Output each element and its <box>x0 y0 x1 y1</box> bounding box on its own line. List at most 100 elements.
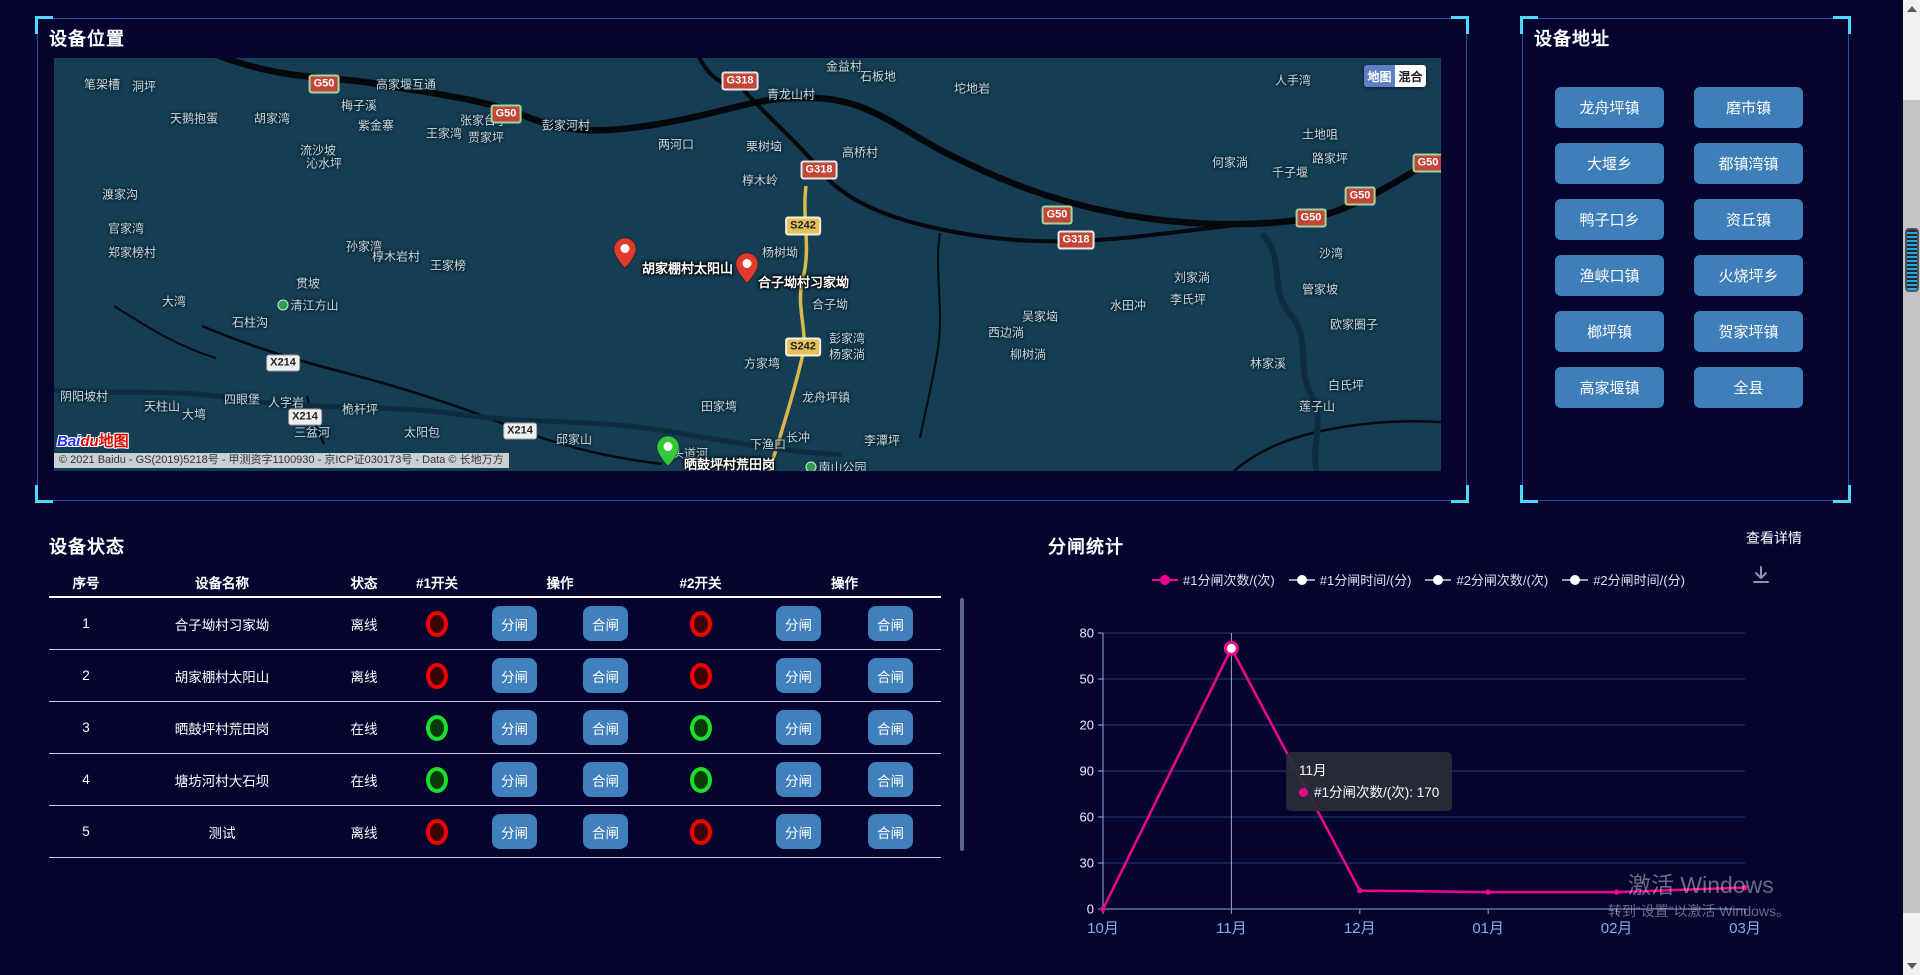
map-place-label: 杨树坳 <box>762 244 798 261</box>
switch1-indicator-cell <box>407 663 467 689</box>
address-button-6[interactable]: 渔峡口镇 <box>1555 255 1664 296</box>
close-switch-button[interactable]: 合闸 <box>868 814 913 849</box>
close-switch-button[interactable]: 合闸 <box>868 658 913 693</box>
map-place-label: 杨家淌 <box>829 346 865 363</box>
switch1-indicator-cell <box>407 715 467 741</box>
map-place-label: 紫金寨 <box>358 117 394 134</box>
switch1-operation-cell: 分闸 合闸 <box>467 606 653 641</box>
open-switch-button[interactable]: 分闸 <box>776 762 821 797</box>
page-scrollbar-top <box>1903 0 1920 100</box>
open-switch-button[interactable]: 分闸 <box>492 606 537 641</box>
address-button-1[interactable]: 磨市镇 <box>1694 87 1803 128</box>
scroll-up-arrow-icon[interactable] <box>1907 6 1917 12</box>
switch-indicator-icon <box>426 715 448 741</box>
address-button-5[interactable]: 资丘镇 <box>1694 199 1803 240</box>
map-place-label: 大塆 <box>182 406 206 423</box>
open-switch-button[interactable]: 分闸 <box>492 762 537 797</box>
map-place-label: 柳树淌 <box>1010 346 1046 363</box>
table-column-header: 序号 <box>49 572 123 592</box>
switch2-indicator-cell <box>653 767 748 793</box>
map-type-map-button[interactable]: 地图 <box>1364 65 1395 87</box>
legend-label: #2分闸时间/(分) <box>1593 570 1685 589</box>
address-button-3[interactable]: 都镇湾镇 <box>1694 143 1803 184</box>
open-switch-button[interactable]: 分闸 <box>776 658 821 693</box>
svg-text:01月: 01月 <box>1472 920 1504 937</box>
road-shield-badge: G50 <box>1413 154 1441 173</box>
status-cell: 离线 <box>321 822 407 842</box>
address-button-4[interactable]: 鸭子口乡 <box>1555 199 1664 240</box>
scroll-down-arrow-icon[interactable] <box>1907 963 1917 969</box>
close-switch-button[interactable]: 合闸 <box>583 710 628 745</box>
address-button-9[interactable]: 贺家坪镇 <box>1694 311 1803 352</box>
svg-text:30: 30 <box>1080 856 1094 871</box>
close-switch-button[interactable]: 合闸 <box>583 814 628 849</box>
address-button-10[interactable]: 高家堰镇 <box>1555 367 1664 408</box>
row-index-cell: 3 <box>49 720 123 735</box>
road-shield-badge: G318 <box>1058 231 1095 250</box>
open-switch-button[interactable]: 分闸 <box>776 710 821 745</box>
table-row: 4塘坊河村大石坝在线分闸合闸分闸合闸 <box>49 754 941 806</box>
open-switch-button[interactable]: 分闸 <box>492 658 537 693</box>
download-icon[interactable] <box>1750 564 1772 586</box>
road-shield-badge: S242 <box>785 338 821 357</box>
address-button-8[interactable]: 榔坪镇 <box>1555 311 1664 352</box>
open-switch-button[interactable]: 分闸 <box>776 606 821 641</box>
park-icon <box>805 462 816 472</box>
map-place-label: 椁木岩村 <box>372 248 420 265</box>
table-column-header: #2开关 <box>653 572 748 592</box>
map-place-label: 坨地岩 <box>954 80 990 97</box>
corner-bracket <box>35 485 53 503</box>
map-type-hybrid-button[interactable]: 混合 <box>1395 65 1426 87</box>
table-column-header: #1开关 <box>407 572 467 592</box>
switch-indicator-icon <box>690 819 712 845</box>
road-shield-badge: X214 <box>266 355 300 372</box>
map-type-toggle: 地图 混合 <box>1364 65 1426 87</box>
series-dot-icon <box>1299 788 1308 797</box>
map-place-label: 王家榜 <box>430 257 466 274</box>
legend-item-0[interactable]: #1分闸次数/(次) <box>1152 570 1275 589</box>
switch-indicator-icon <box>426 819 448 845</box>
close-switch-button[interactable]: 合闸 <box>868 762 913 797</box>
open-switch-button[interactable]: 分闸 <box>776 814 821 849</box>
open-switch-button[interactable]: 分闸 <box>492 814 537 849</box>
switch-indicator-icon <box>426 663 448 689</box>
close-switch-button[interactable]: 合闸 <box>583 762 628 797</box>
page-scrollbar-track[interactable] <box>1903 0 1920 975</box>
corner-bracket <box>1520 485 1538 503</box>
corner-bracket <box>1451 16 1469 34</box>
close-switch-button[interactable]: 合闸 <box>868 606 913 641</box>
device-address-title: 设备地址 <box>1534 25 1610 51</box>
map-place-label: 下渔口 <box>750 436 786 453</box>
map-pin-icon[interactable] <box>613 237 637 269</box>
switch2-operation-cell: 分闸 合闸 <box>748 658 941 693</box>
address-button-0[interactable]: 龙舟坪镇 <box>1555 87 1664 128</box>
open-switch-button[interactable]: 分闸 <box>492 710 537 745</box>
close-switch-button[interactable]: 合闸 <box>583 658 628 693</box>
close-switch-button[interactable]: 合闸 <box>583 606 628 641</box>
address-button-11[interactable]: 全县 <box>1694 367 1803 408</box>
status-cell: 在线 <box>321 718 407 738</box>
baidu-map[interactable]: 笔架槽洞坪天鹅抱蛋胡家湾高家堰互通梅子溪紫金寨张家台子彭家河村金益村石板地青龙山… <box>54 58 1441 471</box>
address-button-7[interactable]: 火烧坪乡 <box>1694 255 1803 296</box>
legend-item-1[interactable]: #1分闸时间/(分) <box>1289 570 1412 589</box>
map-place-label: 水田冲 <box>1110 297 1146 314</box>
svg-text:03月: 03月 <box>1729 920 1761 937</box>
table-column-header: 操作 <box>748 572 941 592</box>
legend-item-3[interactable]: #2分闸时间/(分) <box>1562 570 1685 589</box>
windows-activation-watermark-sub: 转到“设置”以激活 Windows。 <box>1608 901 1790 921</box>
legend-item-2[interactable]: #2分闸次数/(次) <box>1425 570 1548 589</box>
view-details-link[interactable]: 查看详情 <box>1746 528 1802 548</box>
switch2-indicator-cell <box>653 611 748 637</box>
map-place-label: 桅杆坪 <box>342 401 378 418</box>
map-pin-icon[interactable] <box>656 435 680 467</box>
close-switch-button[interactable]: 合闸 <box>868 710 913 745</box>
page-scrollbar-thumb[interactable] <box>1905 228 1919 292</box>
map-place-label: 彭家湾 <box>829 330 865 347</box>
address-button-2[interactable]: 大堰乡 <box>1555 143 1664 184</box>
map-place-label: 笔架槽 <box>84 76 120 93</box>
svg-text:90: 90 <box>1080 764 1094 779</box>
map-pin-icon[interactable] <box>735 252 759 284</box>
table-header-row: 序号设备名称状态#1开关操作#2开关操作 <box>49 567 941 598</box>
table-scrollbar[interactable] <box>960 598 964 851</box>
legend-series-icon <box>1425 574 1451 586</box>
